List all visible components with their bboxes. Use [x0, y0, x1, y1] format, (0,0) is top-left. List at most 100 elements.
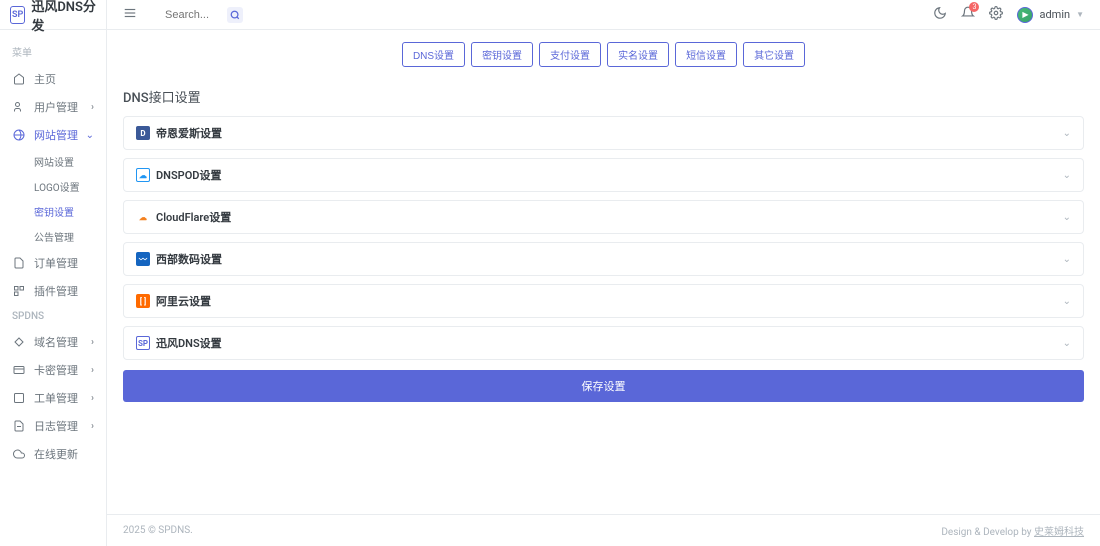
sidebar-item-domain[interactable]: 域名管理 › [0, 328, 106, 356]
sidebar-item-site-notice[interactable]: 公告管理 [20, 224, 106, 249]
chevron-right-icon: › [91, 102, 94, 113]
chevron-down-icon: ⌄ [86, 130, 94, 141]
accordion-dnscom: D 帝恩爱斯设置 ⌄ [123, 116, 1084, 150]
notification-badge: 3 [969, 2, 979, 12]
sidebar-item-label: 网站设置 [34, 154, 74, 169]
chevron-right-icon: › [91, 337, 94, 348]
accordion-header-spdns[interactable]: SP 迅风DNS设置 ⌄ [124, 327, 1083, 359]
sidebar-item-label: LOGO设置 [34, 179, 80, 194]
sidebar-item-card[interactable]: 卡密管理 › [0, 356, 106, 384]
sidebar-item-label: 工单管理 [34, 390, 78, 406]
chevron-down-icon: ⌄ [1063, 170, 1071, 181]
brand-logo-icon: SP [10, 6, 25, 24]
menu-section-main: 菜单 [0, 38, 106, 65]
user-name-label: admin [1039, 8, 1070, 21]
tab-other[interactable]: 其它设置 [743, 42, 805, 67]
settings-button[interactable] [989, 6, 1003, 24]
sidebar-item-label: 日志管理 [34, 418, 78, 434]
home-icon [12, 72, 26, 86]
accordion-spdns: SP 迅风DNS设置 ⌄ [123, 326, 1084, 360]
tab-dns[interactable]: DNS设置 [402, 42, 465, 67]
accordion-header-dnscom[interactable]: D 帝恩爱斯设置 ⌄ [124, 117, 1083, 149]
sidebar-item-update[interactable]: 在线更新 [0, 440, 106, 468]
provider-label: CloudFlare设置 [156, 209, 231, 225]
sidebar-item-label: 用户管理 [34, 99, 78, 115]
ticket-icon [12, 391, 26, 405]
provider-label: 阿里云设置 [156, 293, 211, 309]
sidebar-menu: 菜单 主页 用户管理 › 网站管理 ⌄ 网站设置 LOGO设置 密钥设置 [0, 30, 106, 546]
sidebar-item-label: 域名管理 [34, 334, 78, 350]
sidebar-item-label: 密钥设置 [34, 204, 74, 219]
menu-section-spdns: SPDNS [0, 305, 106, 328]
search-input[interactable] [157, 5, 227, 25]
sidebar-item-label: 公告管理 [34, 229, 74, 244]
sidebar-item-label: 主页 [34, 71, 56, 87]
accordion-header-dnspod[interactable]: ☁ DNSPOD设置 ⌄ [124, 159, 1083, 191]
aliyun-icon: [ ] [136, 294, 150, 308]
sidebar-item-label: 订单管理 [34, 255, 78, 271]
accordion-west: 〰 西部数码设置 ⌄ [123, 242, 1084, 276]
footer-design-label: Design & Develop by [941, 527, 1034, 538]
chevron-down-icon: ⌄ [1063, 296, 1071, 307]
sidebar-item-home[interactable]: 主页 [0, 65, 106, 93]
tag-icon [12, 335, 26, 349]
sidebar-item-site[interactable]: 网站管理 ⌄ [0, 121, 106, 149]
dnscom-icon: D [136, 126, 150, 140]
provider-label: 迅风DNS设置 [156, 335, 222, 351]
avatar-icon: ▶ [1017, 7, 1033, 23]
chevron-right-icon: › [91, 365, 94, 376]
chevron-right-icon: › [91, 421, 94, 432]
footer-company-link[interactable]: 史莱姆科技 [1034, 527, 1084, 538]
chevron-down-icon: ⌄ [1063, 212, 1071, 223]
users-icon [12, 100, 26, 114]
hamburger-icon[interactable] [123, 6, 137, 24]
topbar: 3 ▶ admin ▼ [107, 0, 1100, 30]
tab-sms[interactable]: 短信设置 [675, 42, 737, 67]
footer: 2025 © SPDNS. Design & Develop by 史莱姆科技 [107, 514, 1100, 546]
sidebar-item-label: 网站管理 [34, 127, 78, 143]
tab-pay[interactable]: 支付设置 [539, 42, 601, 67]
accordion-cloudflare: ☁ CloudFlare设置 ⌄ [123, 200, 1084, 234]
sidebar-item-plugins[interactable]: 插件管理 [0, 277, 106, 305]
sidebar-item-site-key[interactable]: 密钥设置 [20, 199, 106, 224]
sidebar-item-users[interactable]: 用户管理 › [0, 93, 106, 121]
brand[interactable]: SP 迅风DNS分发 [0, 0, 106, 30]
card-icon [12, 363, 26, 377]
content: DNS设置 密钥设置 支付设置 实名设置 短信设置 其它设置 DNS接口设置 D… [107, 30, 1100, 514]
sidebar-item-ticket[interactable]: 工单管理 › [0, 384, 106, 412]
west-icon: 〰 [136, 252, 150, 266]
provider-label: 西部数码设置 [156, 251, 222, 267]
accordion-header-cloudflare[interactable]: ☁ CloudFlare设置 ⌄ [124, 201, 1083, 233]
search-button[interactable] [227, 7, 243, 23]
settings-tabs: DNS设置 密钥设置 支付设置 实名设置 短信设置 其它设置 [123, 42, 1084, 67]
notifications-button[interactable]: 3 [961, 6, 975, 24]
sidebar-item-label: 卡密管理 [34, 362, 78, 378]
footer-credits: Design & Develop by 史莱姆科技 [941, 523, 1084, 538]
provider-label: DNSPOD设置 [156, 167, 221, 183]
theme-toggle[interactable] [933, 6, 947, 24]
chevron-down-icon: ⌄ [1063, 128, 1071, 139]
save-button[interactable]: 保存设置 [123, 370, 1084, 402]
chevron-down-icon: ▼ [1076, 10, 1084, 19]
tab-real[interactable]: 实名设置 [607, 42, 669, 67]
sidebar-item-site-logo[interactable]: LOGO设置 [20, 174, 106, 199]
provider-label: 帝恩爱斯设置 [156, 125, 222, 141]
sidebar-submenu-site: 网站设置 LOGO设置 密钥设置 公告管理 [0, 149, 106, 249]
tab-key[interactable]: 密钥设置 [471, 42, 533, 67]
sidebar-item-label: 插件管理 [34, 283, 78, 299]
moon-icon [933, 6, 947, 20]
cloud-icon [12, 447, 26, 461]
sidebar-item-label: 在线更新 [34, 446, 78, 462]
sidebar: SP 迅风DNS分发 菜单 主页 用户管理 › 网站管理 ⌄ 网站 [0, 0, 107, 546]
globe-icon [12, 128, 26, 142]
accordion-header-west[interactable]: 〰 西部数码设置 ⌄ [124, 243, 1083, 275]
page-title: DNS接口设置 [123, 87, 1084, 106]
sidebar-item-orders[interactable]: 订单管理 [0, 249, 106, 277]
sidebar-item-log[interactable]: 日志管理 › [0, 412, 106, 440]
spdns-icon: SP [136, 336, 150, 350]
search-wrap [157, 5, 243, 25]
accordion-header-aliyun[interactable]: [ ] 阿里云设置 ⌄ [124, 285, 1083, 317]
sidebar-item-site-web[interactable]: 网站设置 [20, 149, 106, 174]
chevron-right-icon: › [91, 393, 94, 404]
user-menu[interactable]: ▶ admin ▼ [1017, 7, 1084, 23]
